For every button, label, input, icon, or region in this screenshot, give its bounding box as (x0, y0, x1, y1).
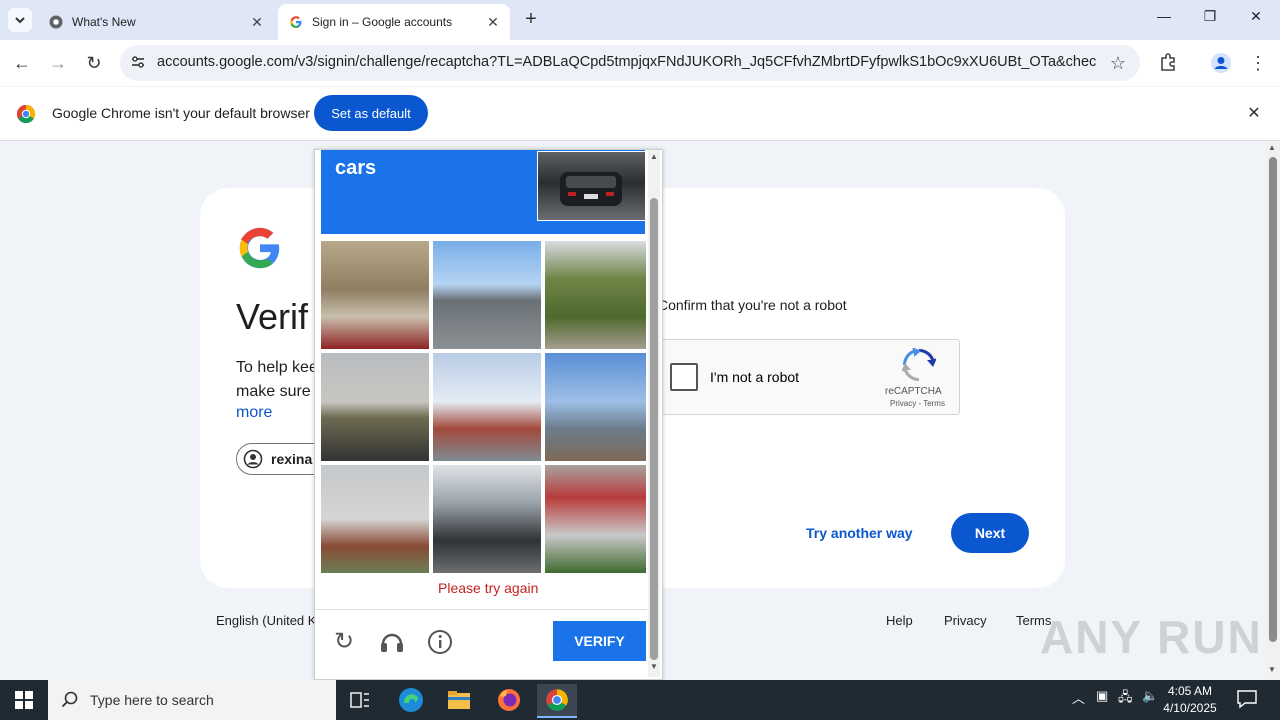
page-title: Verif (236, 296, 309, 337)
chrome-icon (48, 14, 64, 30)
recaptcha-logo-icon (901, 347, 937, 382)
infobar-message: Google Chrome isn't your default browser (52, 105, 310, 121)
learn-more-link[interactable]: more (236, 404, 272, 422)
captcha-tile[interactable] (321, 465, 429, 573)
edge-icon[interactable] (391, 684, 431, 716)
new-tab-button[interactable]: + (520, 9, 542, 31)
captcha-tile[interactable] (545, 465, 646, 573)
windows-start-button[interactable] (0, 680, 48, 720)
recaptcha-checkbox[interactable] (670, 363, 698, 391)
restore-button[interactable]: ❐ (1190, 8, 1230, 32)
watermark-text: ANY RUN (1040, 611, 1263, 663)
captcha-target-word: cars (335, 157, 377, 179)
description-line-1: To help kee (236, 359, 318, 376)
chevron-down-icon (15, 17, 25, 24)
page-scrollbar-thumb[interactable] (1269, 157, 1277, 642)
scroll-up-icon[interactable]: ▲ (1268, 143, 1276, 152)
tab-title: Sign in – Google accounts (312, 15, 453, 29)
captcha-tile[interactable] (545, 353, 646, 461)
back-arrow-icon[interactable]: ← (10, 52, 34, 76)
privacy-link[interactable]: Privacy (944, 613, 987, 628)
tray-device-icon[interactable]: ▣ (1096, 688, 1108, 704)
description-line-2: make sure (236, 383, 311, 400)
volume-icon[interactable]: 🔈 (1142, 688, 1158, 704)
captcha-scrollbar-thumb[interactable] (650, 198, 658, 660)
url-text[interactable]: accounts.google.com/v3/signin/challenge/… (157, 54, 1097, 70)
bookmark-star-icon[interactable]: ☆ (1106, 52, 1130, 76)
scroll-down-icon[interactable]: ▼ (1268, 665, 1276, 674)
try-another-way-button[interactable]: Try another way (806, 525, 913, 541)
help-link[interactable]: Help (886, 613, 913, 628)
site-info-icon[interactable] (128, 53, 148, 73)
captcha-tile[interactable] (321, 241, 429, 349)
forward-arrow-icon[interactable]: → (46, 52, 70, 76)
chrome-taskbar-icon[interactable] (537, 684, 577, 718)
account-email: rexina (271, 451, 313, 467)
account-circle-icon (243, 449, 263, 469)
chrome-logo-icon (16, 104, 36, 124)
tab-whats-new[interactable]: What's New ✕ (38, 4, 274, 40)
notification-icon[interactable] (1236, 688, 1258, 710)
url-path: /v3/signin/challenge/recaptcha?TL=ADBLaQ… (294, 54, 1097, 70)
close-infobar-icon[interactable]: ✕ (1244, 103, 1264, 123)
reload-icon[interactable]: ↻ (82, 52, 106, 76)
tab-search-button[interactable] (8, 8, 32, 32)
google-g-icon (288, 14, 304, 30)
next-button[interactable]: Next (951, 513, 1029, 553)
tab-sign-in[interactable]: Sign in – Google accounts ✕ (278, 4, 510, 40)
tab-title: What's New (72, 15, 136, 29)
info-icon[interactable] (426, 628, 454, 656)
captcha-tile[interactable] (321, 353, 429, 461)
close-tab-icon[interactable]: ✕ (484, 14, 502, 31)
clock-time: 4:05 AM (1167, 684, 1213, 698)
captcha-tile[interactable] (433, 241, 541, 349)
tray-chevron-up-icon[interactable]: ︿ (1072, 688, 1085, 707)
captcha-sample-image (537, 151, 646, 221)
captcha-tile[interactable] (433, 353, 541, 461)
recaptcha-label: I'm not a robot (710, 369, 800, 385)
captcha-tile[interactable] (433, 465, 541, 573)
scroll-up-icon[interactable]: ▲ (650, 152, 658, 161)
close-tab-icon[interactable]: ✕ (248, 14, 266, 31)
scroll-down-icon[interactable]: ▼ (650, 662, 658, 671)
verify-button[interactable]: VERIFY (553, 621, 646, 661)
google-logo-icon (238, 226, 282, 270)
set-as-default-button[interactable]: Set as default (314, 95, 428, 131)
search-placeholder: Type here to search (90, 692, 214, 708)
firefox-icon[interactable] (489, 684, 529, 716)
profile-avatar-icon[interactable] (1209, 52, 1233, 76)
file-explorer-icon[interactable] (439, 684, 479, 716)
close-window-button[interactable]: ✕ (1236, 8, 1276, 32)
minimize-button[interactable]: — (1144, 8, 1184, 32)
search-icon (60, 690, 80, 710)
more-menu-icon[interactable]: ⋮ (1246, 52, 1270, 76)
audio-challenge-icon[interactable] (378, 628, 406, 656)
captcha-tile[interactable] (545, 241, 646, 349)
recaptcha-brand: reCAPTCHA (885, 386, 942, 397)
windows-logo-icon (15, 691, 33, 709)
taskbar-clock[interactable]: 4:05 AM 4/10/2025 (1160, 683, 1220, 717)
url-host: accounts.google.com (157, 54, 295, 70)
network-icon[interactable]: 🖧 (1118, 688, 1133, 710)
captcha-divider (315, 609, 647, 610)
reload-challenge-icon[interactable]: ↻ (330, 628, 358, 656)
task-view-icon[interactable] (340, 684, 380, 716)
captcha-error-message: Please try again (438, 580, 539, 596)
language-selector[interactable]: English (United Ki (216, 613, 319, 628)
clock-date: 4/10/2025 (1163, 701, 1217, 715)
confirm-robot-text: Confirm that you're not a robot (658, 297, 847, 313)
extensions-icon[interactable] (1156, 52, 1180, 76)
recaptcha-privacy-terms[interactable]: Privacy - Terms (890, 399, 945, 408)
taskbar-search-box[interactable]: Type here to search (48, 680, 336, 720)
